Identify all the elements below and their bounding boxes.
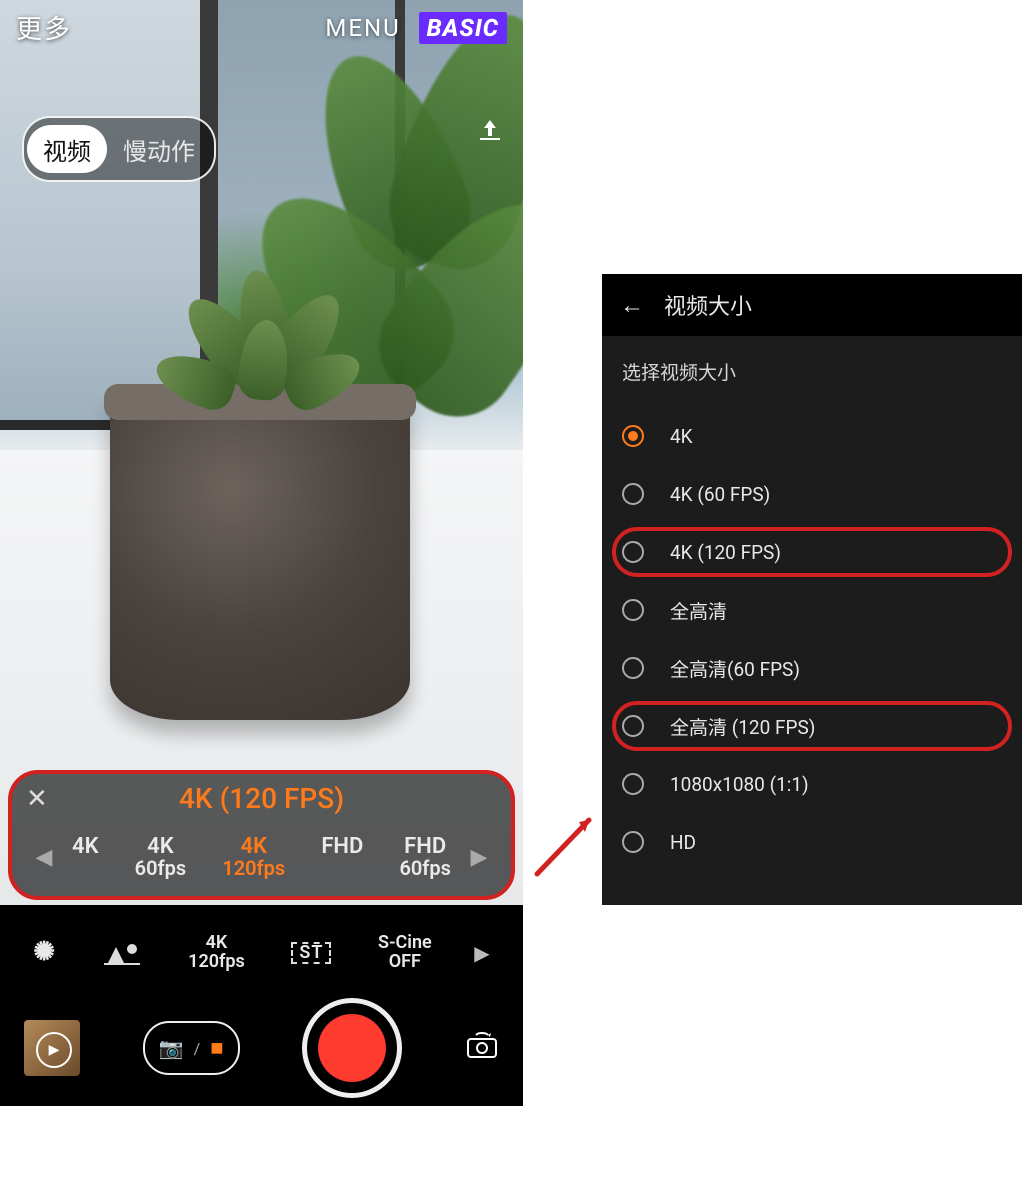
radio-icon <box>622 831 644 853</box>
video-icon: ■ <box>210 1035 223 1061</box>
radio-icon <box>622 541 644 563</box>
brightness-icon[interactable]: ✺ <box>33 939 55 966</box>
chevron-right-icon[interactable]: ▶ <box>474 941 489 965</box>
annotation-arrow <box>531 810 601 880</box>
capture-mode-pill: 视频 慢动作 <box>22 116 216 182</box>
option-label: 4K (60 FPS) <box>670 483 770 506</box>
resolution-option[interactable]: 4K120fps <box>222 835 285 879</box>
resolution-option[interactable]: FHD <box>321 835 363 879</box>
record-indicator <box>318 1014 386 1082</box>
radio-icon <box>622 483 644 505</box>
divider: / <box>194 1039 201 1058</box>
quick-settings-row: ✺ 4K 120fps ST S-Cine OFF ▶ <box>0 923 523 983</box>
settings-title: 视频大小 <box>664 289 752 321</box>
camera-app: 更多 MENU BASIC 视频 慢动作 ✕ 4K (120 FPS) ◀ 4K… <box>0 0 523 1106</box>
photo-video-switch[interactable]: 📷 / ■ <box>143 1021 240 1075</box>
plant-pot <box>110 390 410 720</box>
record-button[interactable] <box>302 998 402 1098</box>
option-label: 全高清 (120 FPS) <box>670 713 815 740</box>
upload-icon[interactable] <box>477 118 503 148</box>
settings-header: ← 视频大小 <box>602 274 1022 336</box>
gallery-thumbnail[interactable]: ▶ <box>24 1020 80 1076</box>
option-label: 4K (120 FPS) <box>670 541 781 564</box>
option-label: 全高清(60 FPS) <box>670 655 800 682</box>
bokeh-icon[interactable] <box>102 939 142 967</box>
radio-icon <box>622 657 644 679</box>
resolution-picker: ✕ 4K (120 FPS) ◀ 4K4K60fps4K120fpsFHDFHD… <box>8 770 515 900</box>
section-label: 选择视频大小 <box>602 336 1022 407</box>
mode-badge[interactable]: BASIC <box>419 12 507 44</box>
option-label: 4K <box>670 425 693 448</box>
video-size-option[interactable]: 4K <box>602 407 1022 465</box>
radio-icon <box>622 773 644 795</box>
top-bar: 更多 MENU BASIC <box>0 0 523 55</box>
video-size-option[interactable]: HD <box>602 813 1022 871</box>
style-badge: ST <box>291 942 331 965</box>
chevron-left-icon[interactable]: ◀ <box>34 845 54 870</box>
resolution-option[interactable]: 4K60fps <box>135 835 187 879</box>
resolution-option[interactable]: FHD60fps <box>399 835 451 879</box>
more-button[interactable]: 更多 <box>16 9 72 46</box>
radio-icon <box>622 599 644 621</box>
option-label: 1080x1080 (1:1) <box>670 773 809 796</box>
option-label: 全高清 <box>670 597 727 624</box>
camera-icon: 📷 <box>159 1036 184 1060</box>
video-size-option[interactable]: 4K (60 FPS) <box>602 465 1022 523</box>
video-size-option[interactable]: 全高清 <box>602 581 1022 639</box>
viewfinder: 更多 MENU BASIC 视频 慢动作 ✕ 4K (120 FPS) ◀ 4K… <box>0 0 523 905</box>
scine-quick[interactable]: S-Cine OFF <box>378 934 432 972</box>
resolution-option[interactable]: 4K <box>72 835 99 879</box>
bottom-controls: ✺ 4K 120fps ST S-Cine OFF ▶ <box>0 905 523 1106</box>
video-size-option[interactable]: 全高清 (120 FPS) <box>602 697 1022 755</box>
mode-video[interactable]: 视频 <box>27 125 107 173</box>
option-label: HD <box>670 831 696 854</box>
style-quick[interactable]: ST <box>291 942 331 965</box>
video-size-option[interactable]: 4K (120 FPS) <box>602 523 1022 581</box>
chevron-right-icon[interactable]: ▶ <box>469 845 489 870</box>
scine-l2: OFF <box>389 953 421 972</box>
radio-icon <box>622 715 644 737</box>
video-size-settings: ← 视频大小 选择视频大小 4K 4K (60 FPS) 4K (120 FPS) 全… <box>602 274 1022 905</box>
video-size-option[interactable]: 全高清(60 FPS) <box>602 639 1022 697</box>
resolution-title: 4K (120 FPS) <box>12 782 511 815</box>
menu-button[interactable]: MENU <box>325 14 400 42</box>
succulent <box>180 260 350 410</box>
flip-camera-icon[interactable] <box>465 1031 499 1066</box>
video-size-option[interactable]: 1080x1080 (1:1) <box>602 755 1022 813</box>
mode-slowmo[interactable]: 慢动作 <box>107 125 211 173</box>
radio-icon <box>622 425 644 447</box>
resolution-quick[interactable]: 4K 120fps <box>188 934 245 972</box>
resolution-quick-l2: 120fps <box>188 953 245 972</box>
back-icon[interactable]: ← <box>620 291 644 320</box>
play-icon: ▶ <box>36 1032 72 1068</box>
